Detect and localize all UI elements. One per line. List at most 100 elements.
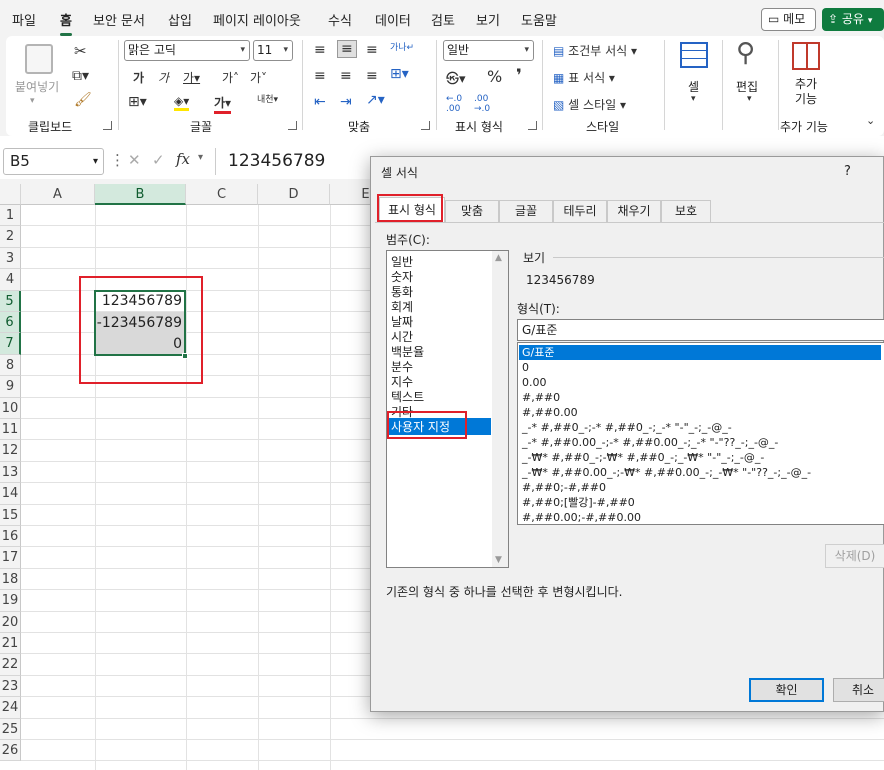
- type-input[interactable]: G/표준: [517, 319, 884, 341]
- tab-protect[interactable]: 보안 문서: [93, 10, 145, 29]
- column-header-d[interactable]: D: [258, 184, 330, 205]
- comma-icon[interactable]: ❜: [516, 66, 522, 86]
- chevron-down-icon[interactable]: ▾: [30, 96, 35, 106]
- decrease-decimal-icon[interactable]: .00 →.0: [474, 94, 490, 114]
- insert-function-icon[interactable]: fx: [176, 150, 190, 168]
- decrease-indent-icon[interactable]: ⇤: [314, 94, 326, 110]
- align-left-icon[interactable]: ≡: [314, 68, 326, 84]
- row-header[interactable]: 25: [0, 718, 21, 740]
- search-icon[interactable]: ⚲: [736, 38, 755, 68]
- font-size-select[interactable]: 11 ▾: [253, 40, 293, 61]
- row-header[interactable]: 13: [0, 461, 21, 484]
- paste-icon[interactable]: [25, 44, 53, 74]
- tab-insert[interactable]: 삽입: [168, 10, 192, 29]
- row-header[interactable]: 23: [0, 675, 21, 698]
- align-middle-icon[interactable]: ≡: [337, 40, 357, 58]
- tab-border[interactable]: 테두리: [553, 200, 607, 222]
- row-header[interactable]: 7: [0, 333, 21, 355]
- conditional-format-button[interactable]: ▤ 조건부 서식 ▾: [553, 42, 637, 59]
- tab-protection[interactable]: 보호: [661, 200, 711, 222]
- wrap-text-icon[interactable]: 가나↵: [390, 40, 414, 53]
- font-launcher-icon[interactable]: [288, 121, 297, 130]
- row-header[interactable]: 3: [0, 247, 21, 270]
- tab-review[interactable]: 검토: [431, 10, 455, 29]
- increase-decimal-icon[interactable]: ←.0.00: [446, 94, 462, 114]
- format-item[interactable]: #,##0;-#,##0: [522, 480, 606, 495]
- tab-fill[interactable]: 채우기: [607, 200, 661, 222]
- font-name-select[interactable]: 맑은 고딕 ▾: [124, 40, 250, 61]
- underline-icon[interactable]: 가▾: [183, 69, 200, 86]
- row-header[interactable]: 4: [0, 269, 21, 291]
- percent-icon[interactable]: %: [487, 67, 502, 86]
- paste-button-label[interactable]: 붙여넣기: [15, 78, 59, 95]
- format-list[interactable]: G/표준 0 0.00 #,##0 #,##0.00 _-* #,##0_-;-* #,#…: [517, 342, 884, 525]
- column-header-c[interactable]: C: [186, 184, 258, 205]
- format-painter-icon[interactable]: 🖌: [74, 92, 92, 108]
- delete-button[interactable]: 삭제(D): [825, 544, 884, 568]
- align-center-icon[interactable]: ≡: [340, 68, 352, 84]
- tab-home[interactable]: 홈: [60, 10, 72, 36]
- enter-icon[interactable]: ✓: [152, 151, 165, 169]
- cell-style-button[interactable]: ▧ 셀 스타일 ▾: [553, 96, 626, 113]
- tab-help[interactable]: 도움말: [521, 10, 557, 29]
- accounting-format-icon[interactable]: ㉿▾: [446, 68, 466, 87]
- format-item[interactable]: 0: [522, 360, 529, 375]
- row-header[interactable]: 10: [0, 397, 21, 419]
- format-item[interactable]: _-₩* #,##0_-;-₩* #,##0_-;_-₩* "-"_-;_-@_…: [522, 450, 764, 465]
- chevron-down-icon[interactable]: ▾: [747, 94, 752, 104]
- row-header[interactable]: 20: [0, 611, 21, 633]
- cells-button-label[interactable]: 셀: [688, 78, 699, 95]
- row-header[interactable]: 8: [0, 354, 21, 377]
- row-header[interactable]: 2: [0, 226, 21, 248]
- format-item[interactable]: #,##0.00: [522, 405, 578, 420]
- format-item[interactable]: #,##0;[빨강]-#,##0: [522, 495, 635, 510]
- column-header-b[interactable]: B: [95, 184, 186, 205]
- font-color-icon[interactable]: 가▾: [214, 94, 232, 114]
- row-header[interactable]: 9: [0, 376, 21, 398]
- orientation-icon[interactable]: ↗▾: [366, 92, 385, 108]
- format-item[interactable]: G/표준: [519, 345, 881, 360]
- category-scrollbar[interactable]: ▲ ▼: [492, 251, 508, 567]
- format-item[interactable]: #,##0.00;-#,##0.00: [522, 510, 641, 524]
- share-button[interactable]: ⇪ 공유 ▾: [822, 8, 884, 31]
- merge-center-icon[interactable]: ⊞▾: [390, 66, 409, 82]
- row-header[interactable]: 11: [0, 419, 21, 441]
- row-header[interactable]: 16: [0, 526, 21, 548]
- row-header[interactable]: 6: [0, 312, 21, 334]
- row-header[interactable]: 12: [0, 440, 21, 462]
- scroll-up-icon[interactable]: ▲: [495, 253, 502, 263]
- copy-icon[interactable]: ⧉▾: [72, 68, 89, 84]
- tab-page-layout[interactable]: 페이지 레이아웃: [213, 10, 301, 29]
- border-icon[interactable]: ⊞▾: [128, 94, 147, 110]
- phonetic-icon[interactable]: 내천▾: [257, 92, 278, 105]
- table-format-button[interactable]: ▦ 표 서식 ▾: [553, 69, 615, 86]
- row-header[interactable]: 17: [0, 547, 21, 569]
- row-header[interactable]: 22: [0, 654, 21, 676]
- help-icon[interactable]: ?: [844, 164, 851, 179]
- edit-button-label[interactable]: 편집: [736, 78, 758, 95]
- addins-button-label[interactable]: 추가 기능: [794, 77, 818, 107]
- name-box[interactable]: B5 ▾: [3, 148, 104, 175]
- increase-indent-icon[interactable]: ⇥: [340, 94, 352, 110]
- format-item[interactable]: _-* #,##0.00_-;-* #,##0.00_-;_-* "-"??_-…: [522, 435, 778, 450]
- row-header[interactable]: 5: [0, 290, 21, 312]
- addins-icon[interactable]: [792, 42, 820, 70]
- format-item[interactable]: _-* #,##0_-;-* #,##0_-;_-* "-"_-;_-@_-: [522, 420, 732, 435]
- column-header-a[interactable]: A: [21, 184, 95, 205]
- chevron-down-icon[interactable]: ▾: [691, 94, 696, 104]
- memo-button[interactable]: ▭ 메모: [761, 8, 816, 31]
- row-header[interactable]: 19: [0, 590, 21, 612]
- category-list[interactable]: 일반 숫자 통화 회계 날짜 시간 백분율 분수 지수 텍스트 기타 사용자 지정 ▲ ▼: [386, 250, 509, 568]
- scroll-down-icon[interactable]: ▼: [495, 555, 502, 565]
- collapse-ribbon-icon[interactable]: ⌄: [866, 114, 875, 127]
- row-header[interactable]: 24: [0, 697, 21, 719]
- cells-icon[interactable]: [680, 42, 708, 68]
- tab-data[interactable]: 데이터: [375, 10, 411, 29]
- row-header[interactable]: 15: [0, 504, 21, 526]
- select-all-corner[interactable]: [0, 184, 21, 205]
- row-header[interactable]: 1: [0, 205, 21, 227]
- row-header[interactable]: 26: [0, 740, 21, 762]
- cancel-icon[interactable]: ✕: [128, 151, 141, 169]
- tab-alignment[interactable]: 맞춤: [445, 200, 499, 222]
- tab-file[interactable]: 파일: [12, 10, 36, 29]
